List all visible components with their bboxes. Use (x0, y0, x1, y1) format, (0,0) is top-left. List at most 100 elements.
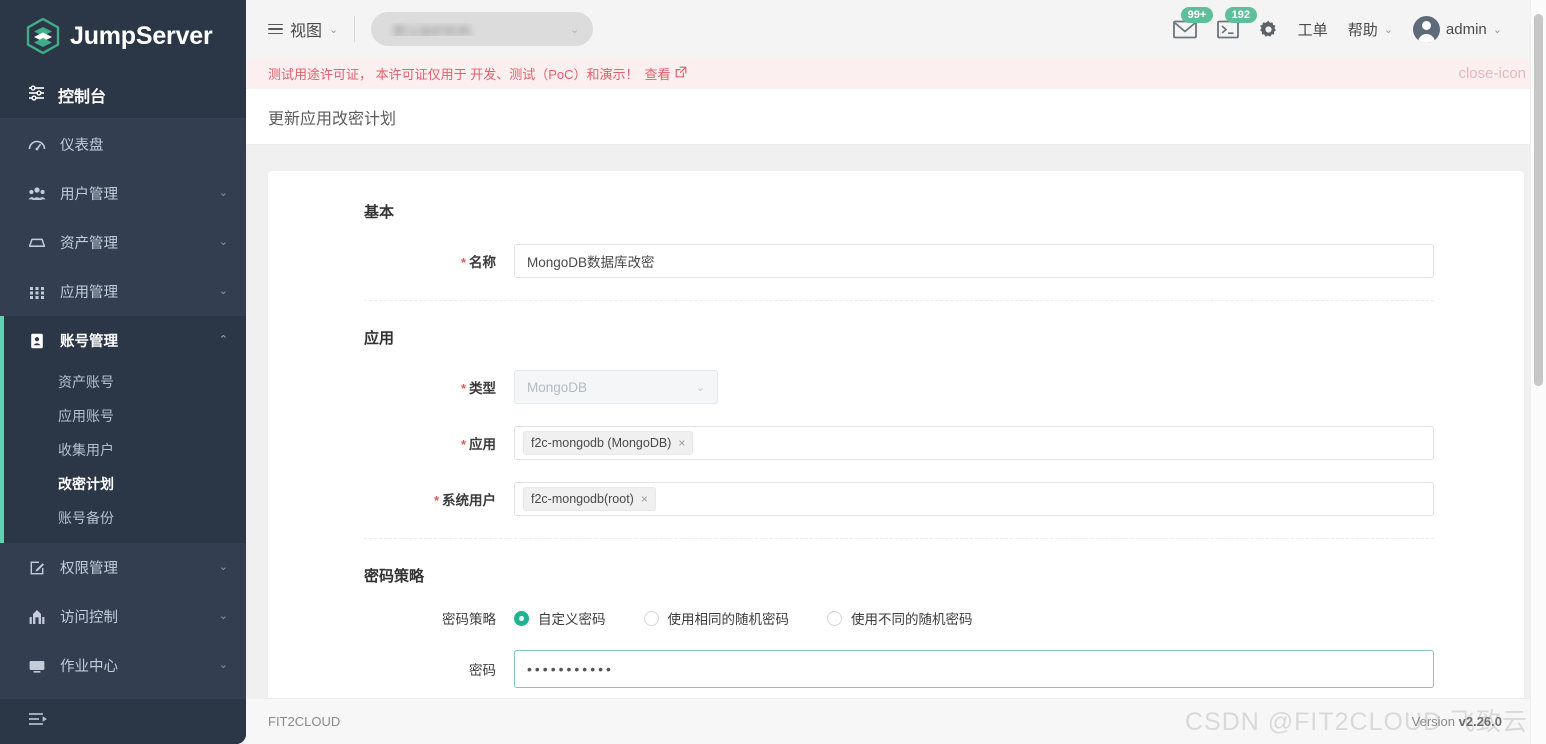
remove-tag-icon[interactable]: × (678, 436, 685, 450)
sidebar-collapse-bar[interactable] (0, 698, 246, 744)
gear-icon[interactable] (1259, 20, 1278, 39)
application-tag-label: f2c-mongodb (MongoDB) (531, 436, 672, 450)
form-row-system-user: * 系统用户 f2c-mongodb(root) × (268, 482, 1524, 516)
organization-selected-value-blurred: 默认组织机构 (393, 23, 472, 36)
tickets-link[interactable]: 工单 (1298, 19, 1328, 40)
application-select[interactable]: f2c-mongodb (MongoDB) × (514, 426, 1434, 460)
chevron-down-icon: ⌄ (218, 285, 228, 297)
password-policy-radio-group: 自定义密码 使用相同的随机密码 使用不同的随机密码 (514, 608, 1434, 628)
chevron-down-icon: ⌄ (218, 236, 228, 248)
section-title-basic: 基本 (364, 204, 395, 221)
contact-card-icon (28, 332, 46, 350)
user-menu[interactable]: admin ⌄ (1412, 15, 1502, 43)
hamburger-icon (268, 23, 283, 35)
sidebar-subitem-app-accounts[interactable]: 应用账号 (0, 399, 246, 433)
page-scrollbar-track[interactable] (1530, 0, 1546, 744)
topbar: 视图 ⌄ 默认组织机构 ⌄ 99+ 192 工单 帮助 ⌄ admin ⌄ (246, 0, 1546, 58)
footer-company-label: FIT2CLOUD (268, 714, 341, 729)
sidebar-item-application-management[interactable]: 应用管理 ⌄ (0, 267, 246, 316)
sidebar-item-dashboard[interactable]: 仪表盘 (0, 120, 246, 169)
sidebar-item-access-control[interactable]: 访问控制 ⌄ (0, 592, 246, 641)
sidebar-subitem-change-auth-plan[interactable]: 改密计划 (0, 467, 246, 501)
radio-dot-icon (514, 610, 529, 626)
footer-version-value: v2.26.0 (1458, 714, 1502, 729)
application-tag: f2c-mongodb (MongoDB) × (523, 431, 694, 455)
sidebar-subitem-label: 资产账号 (58, 374, 114, 390)
sidebar-subitem-account-backup[interactable]: 账号备份 (0, 501, 246, 535)
brand-name: JumpServer (70, 21, 213, 50)
password-input-value: ••••••••••• (527, 661, 614, 677)
page-title: 更新应用改密计划 (246, 89, 1546, 145)
form-row-application: * 应用 f2c-mongodb (MongoDB) × (268, 426, 1524, 460)
system-user-field-label: * 系统用户 (433, 493, 496, 508)
chevron-down-icon: ⌄ (1383, 23, 1393, 36)
sidebar-group-top: 仪表盘 用户管理 ⌄ 资产管理 ⌄ 应用管理 ⌄ (0, 120, 246, 316)
avatar-icon (1412, 15, 1440, 43)
organization-select[interactable]: 默认组织机构 ⌄ (371, 12, 594, 46)
required-marker: * (460, 437, 466, 452)
collapse-menu-icon[interactable] (28, 711, 48, 732)
sidebar-item-job-center[interactable]: 作业中心 ⌄ (0, 641, 246, 690)
user-name-label: admin (1445, 20, 1487, 38)
chevron-down-icon: ⌄ (329, 23, 339, 36)
sidebar-subitem-label: 改密计划 (58, 476, 114, 492)
sidebar-item-label: 权限管理 (60, 561, 118, 577)
section-title-password-policy: 密码策略 (364, 568, 425, 585)
sidebar-item-label: 资产管理 (60, 236, 118, 252)
main-area: 视图 ⌄ 默认组织机构 ⌄ 99+ 192 工单 帮助 ⌄ admin ⌄ 测试… (246, 0, 1546, 744)
sidebar-item-label: 应用管理 (60, 285, 118, 301)
brand[interactable]: JumpServer (0, 0, 246, 72)
sidebar: JumpServer 控制台 仪表盘 用户管理 ⌄ 资产管理 ⌄ 应用管理 ⌄ … (0, 0, 246, 744)
sidebar-item-label: 访问控制 (60, 610, 118, 626)
sidebar-item-permission-management[interactable]: 权限管理 ⌄ (0, 543, 246, 592)
help-label: 帮助 (1347, 21, 1378, 39)
sidebar-item-account-management[interactable]: 账号管理 ⌃ (0, 316, 246, 365)
sidebar-menu: 仪表盘 用户管理 ⌄ 资产管理 ⌄ 应用管理 ⌄ 账号管理 ⌃ 资产账号 应用账… (0, 118, 246, 698)
license-view-link[interactable]: 查看 (645, 64, 671, 83)
radio-dot-icon (643, 610, 659, 626)
sidebar-subitem-asset-accounts[interactable]: 资产账号 (0, 365, 246, 399)
sidebar-subitem-gathered-users[interactable]: 收集用户 (0, 433, 246, 467)
sidebar-group-bottom: 权限管理 ⌄ 访问控制 ⌄ 作业中心 ⌄ (0, 543, 246, 690)
form-row-password-policy: 密码策略 自定义密码 使用相同的随机密码 使用不同的随机密码 (268, 608, 1524, 628)
chevron-down-icon: ⌄ (218, 561, 228, 573)
chevron-down-icon: ⌄ (218, 610, 228, 622)
help-menu[interactable]: 帮助 ⌄ (1348, 19, 1393, 40)
messages-button[interactable]: 99+ (1172, 6, 1214, 39)
radio-same-random-password[interactable]: 使用相同的随机密码 (643, 608, 790, 628)
sidebar-console-header[interactable]: 控制台 (0, 72, 246, 119)
web-terminal-badge: 192 (1224, 6, 1258, 23)
sidebar-subitem-label: 应用账号 (58, 408, 114, 424)
form-row-password: 密码 ••••••••••• (268, 650, 1524, 688)
radio-custom-password[interactable]: 自定义密码 (514, 608, 606, 628)
name-input[interactable]: MongoDB数据库改密 (514, 244, 1434, 278)
sidebar-item-asset-management[interactable]: 资产管理 ⌄ (0, 218, 246, 267)
sidebar-item-label: 账号管理 (60, 334, 118, 350)
view-switch-button[interactable]: 视图 ⌄ (268, 17, 338, 41)
radio-different-random-password[interactable]: 使用不同的随机密码 (827, 608, 973, 628)
page-scrollbar-thumb[interactable] (1534, 14, 1543, 386)
close-icon[interactable]: close-icon (1458, 66, 1526, 81)
radio-label: 使用相同的随机密码 (667, 612, 790, 627)
system-user-select[interactable]: f2c-mongodb(root) × (514, 482, 1434, 516)
edit-square-icon (28, 559, 46, 577)
form-row-name: * 名称 MongoDB数据库改密 (268, 244, 1524, 278)
grid-icon (28, 283, 46, 301)
topbar-divider (354, 16, 356, 42)
type-field-label: * 类型 (460, 381, 496, 396)
dashboard-icon (28, 136, 46, 154)
form-card: 基本 * 名称 MongoDB数据库改密 应用 * 类型 MongoDB ⌄ *… (268, 171, 1524, 698)
required-marker: * (460, 381, 466, 396)
password-policy-field-label: 密码策略 (442, 612, 496, 627)
web-terminal-button[interactable]: 192 (1216, 6, 1258, 39)
topbar-actions: 99+ 192 工单 帮助 ⌄ admin ⌄ (1172, 6, 1502, 43)
system-user-tag: f2c-mongodb(root) × (523, 487, 656, 511)
inbox-icon (28, 234, 46, 252)
password-input[interactable]: ••••••••••• (514, 650, 1434, 688)
remove-tag-icon[interactable]: × (641, 492, 648, 506)
gate-icon (28, 608, 46, 626)
type-select-value: MongoDB (527, 379, 588, 395)
chevron-down-icon: ⌄ (570, 23, 580, 36)
sidebar-item-user-management[interactable]: 用户管理 ⌄ (0, 169, 246, 218)
sidebar-subitem-label: 收集用户 (58, 442, 114, 458)
